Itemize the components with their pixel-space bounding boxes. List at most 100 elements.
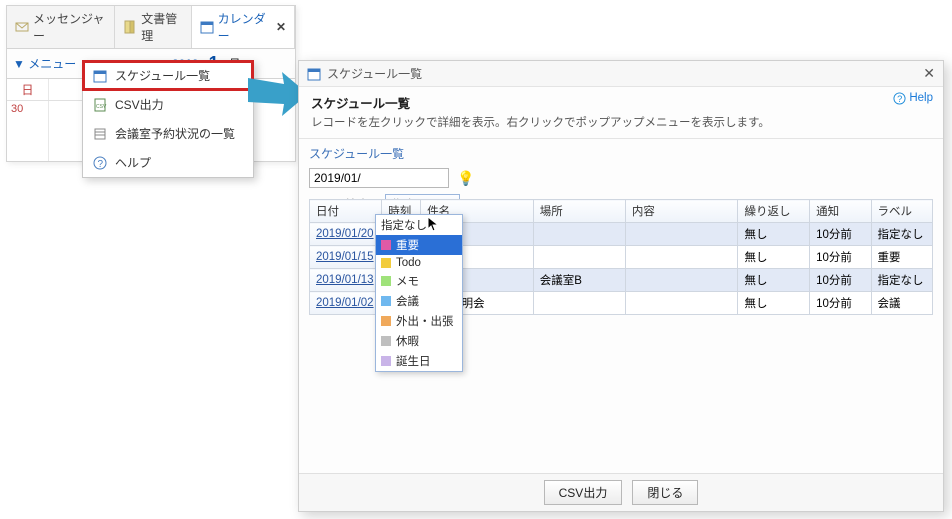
cell-notify: 10分前: [810, 292, 871, 315]
cell-place: [533, 223, 625, 246]
csv-icon: CSV: [93, 98, 107, 112]
menu-item-room-status[interactable]: 会議室予約状況の一覧: [83, 119, 253, 148]
help-icon: ?: [93, 156, 107, 170]
col-place[interactable]: 場所: [533, 200, 625, 223]
menu-item-csv[interactable]: CSV CSV出力: [83, 90, 253, 119]
col-repeat[interactable]: 繰り返し: [738, 200, 810, 223]
cell-date: 2019/01/13: [310, 269, 382, 292]
cell-place: [533, 292, 625, 315]
dropdown-option[interactable]: 外出・出張: [376, 311, 462, 331]
label-filter-dropdown: 指定なし重要 Todo メモ会議外出・出張休暇誕生日: [375, 214, 463, 372]
menu-item-help[interactable]: ? ヘルプ: [83, 148, 253, 177]
dropdown-option-label: 外出・出張: [396, 313, 454, 329]
cell-content: [625, 269, 738, 292]
dropdown-option-label: 休暇: [396, 333, 419, 349]
dropdown-option[interactable]: 重要: [376, 235, 462, 255]
cell-place: 会議室B: [533, 269, 625, 292]
svg-text:?: ?: [98, 159, 104, 170]
calendar-cell-30[interactable]: 30: [7, 101, 49, 161]
help-label: Help: [909, 92, 933, 104]
color-swatch-icon: [381, 336, 391, 346]
tab-label: カレンダー: [218, 10, 268, 44]
dialog-subtext: レコードを左クリックで詳細を表示。右クリックでポップアップメニューを表示します。: [311, 114, 931, 130]
cell-date: 2019/01/15: [310, 246, 382, 269]
dialog-close-button[interactable]: ✕: [923, 65, 935, 82]
col-label[interactable]: ラベル: [871, 200, 932, 223]
panel-title: スケジュール一覧: [309, 145, 933, 162]
doc-icon: [123, 20, 137, 34]
dropdown-option[interactable]: 誕生日: [376, 351, 462, 371]
cell-content: [625, 223, 738, 246]
menu-item-schedule-list[interactable]: スケジュール一覧: [83, 61, 253, 90]
cell-notify: 10分前: [810, 223, 871, 246]
color-swatch-icon: [381, 316, 391, 326]
cell-label: 指定なし: [871, 223, 932, 246]
dropdown-option[interactable]: 指定なし: [376, 215, 462, 235]
cell-repeat: 無し: [738, 269, 810, 292]
cell-repeat: 無し: [738, 246, 810, 269]
weekday-sun: 日: [7, 79, 49, 100]
cell-place: [533, 246, 625, 269]
cell-label: 指定なし: [871, 269, 932, 292]
calendar-list-icon: [93, 69, 107, 83]
tab-label: メッセンジャー: [33, 10, 106, 44]
cell-repeat: 無し: [738, 223, 810, 246]
mail-icon: [15, 20, 29, 34]
date-filter-input[interactable]: [309, 168, 449, 188]
cell-content: [625, 246, 738, 269]
cell-content: [625, 292, 738, 315]
cell-repeat: 無し: [738, 292, 810, 315]
dropdown-option[interactable]: メモ: [376, 271, 462, 291]
dropdown-option[interactable]: 休暇: [376, 331, 462, 351]
schedule-list-dialog: スケジュール一覧 ✕ スケジュール一覧 レコードを左クリックで詳細を表示。右クリ…: [298, 60, 944, 512]
menu-item-label: ヘルプ: [115, 154, 151, 171]
dropdown-option[interactable]: Todo: [376, 255, 462, 271]
color-swatch-icon: [381, 296, 391, 306]
col-content[interactable]: 内容: [625, 200, 738, 223]
context-menu: スケジュール一覧 CSV CSV出力 会議室予約状況の一覧 ? ヘルプ: [82, 60, 254, 178]
color-swatch-icon: [381, 258, 391, 268]
tab-calendar[interactable]: カレンダー ✕: [192, 6, 295, 48]
dialog-body: スケジュール一覧 💡 ラベル検索： 指定なし ▼ 指定なし重要Todoメモ会議外…: [299, 139, 943, 473]
menu-label: メニュー: [28, 57, 76, 71]
dropdown-option-label: 重要: [396, 237, 419, 253]
calendar-icon: [200, 20, 214, 34]
color-swatch-icon: [381, 240, 391, 250]
col-date[interactable]: 日付: [310, 200, 382, 223]
svg-text:CSV: CSV: [96, 104, 107, 110]
dialog-heading: スケジュール一覧: [311, 93, 931, 112]
dialog-header: スケジュール一覧 レコードを左クリックで詳細を表示。右クリックでポップアップメニ…: [299, 87, 943, 139]
tab-messenger[interactable]: メッセンジャー: [7, 6, 115, 48]
help-link[interactable]: ? Help: [892, 91, 933, 105]
menu-item-label: スケジュール一覧: [115, 67, 210, 84]
close-icon[interactable]: ✕: [276, 20, 286, 34]
tab-docmgmt[interactable]: 文書管理: [115, 6, 191, 48]
color-swatch-icon: [381, 356, 391, 366]
dropdown-option[interactable]: 会議: [376, 291, 462, 311]
csv-export-button[interactable]: CSV出力: [544, 480, 623, 505]
tab-label: 文書管理: [141, 10, 182, 44]
menu-item-label: 会議室予約状況の一覧: [115, 125, 235, 142]
room-icon: [93, 127, 107, 141]
menu-item-label: CSV出力: [115, 96, 164, 113]
menu-dropdown[interactable]: ▼ メニュー: [13, 55, 76, 72]
dropdown-option-label: Todo: [396, 257, 421, 269]
cell-label: 重要: [871, 246, 932, 269]
cell-date: 2019/01/02: [310, 292, 382, 315]
bulb-icon[interactable]: 💡: [457, 170, 474, 187]
tab-bar: メッセンジャー 文書管理 カレンダー ✕: [7, 6, 295, 49]
date-search-row: 💡: [309, 168, 933, 188]
cell-label: 会議: [871, 292, 932, 315]
col-notify[interactable]: 通知: [810, 200, 871, 223]
dialog-title: スケジュール一覧: [327, 65, 422, 82]
dropdown-option-label: 指定なし: [381, 217, 427, 233]
cell-date: 2019/01/20: [310, 223, 382, 246]
color-swatch-icon: [381, 276, 391, 286]
dialog-titlebar: スケジュール一覧 ✕: [299, 61, 943, 87]
calendar-icon: [307, 67, 321, 81]
close-button[interactable]: 閉じる: [632, 480, 698, 505]
cell-notify: 10分前: [810, 269, 871, 292]
dropdown-option-label: 会議: [396, 293, 419, 309]
cell-notify: 10分前: [810, 246, 871, 269]
dropdown-option-label: 誕生日: [396, 353, 431, 369]
